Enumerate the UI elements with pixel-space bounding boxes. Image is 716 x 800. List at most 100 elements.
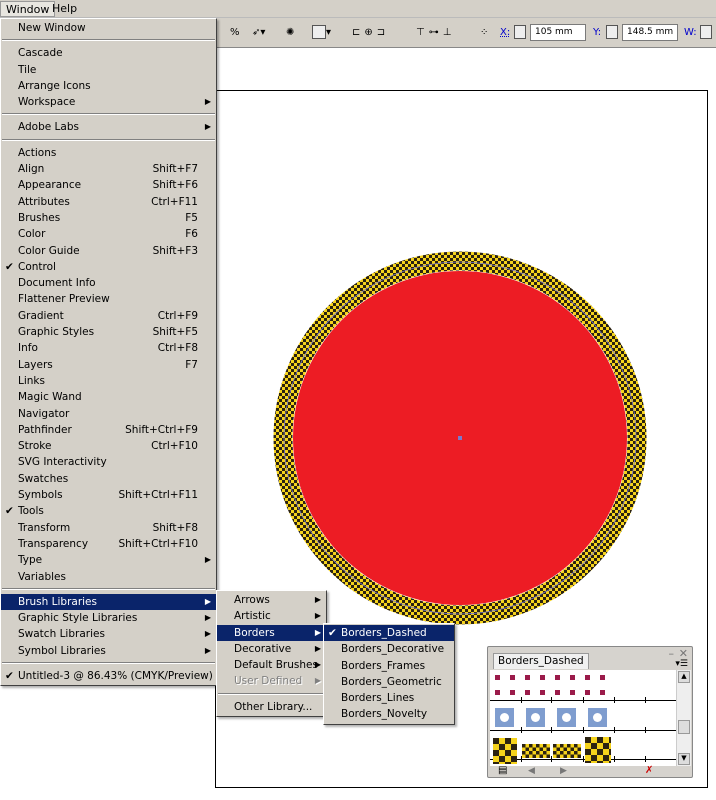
submenu-arrow-icon: ▶ [314,660,321,670]
white-dot [562,713,571,722]
menu-item-symbol-libraries[interactable]: Symbol Libraries ▶ [1,643,216,659]
next-library-icon[interactable]: ▶ [560,766,567,776]
scroll-down-icon[interactable]: ▼ [678,753,690,765]
menu-item-borders-novelty[interactable]: Borders_Novelty [324,706,454,722]
menu-item-control[interactable]: ✔ Control [1,259,216,275]
menu-item-appearance[interactable]: Appearance Shift+F6 [1,177,216,193]
checker-cell [511,738,517,744]
menu-item-swatches[interactable]: Swatches [1,471,216,487]
checker-cell [493,750,499,756]
menu-item-decorative[interactable]: Decorative ▶ [217,641,326,657]
menu-item-brushes[interactable]: Brushes F5 [1,210,216,226]
menu-item-graphic-styles[interactable]: Graphic Styles Shift+F5 [1,324,216,340]
checker-cell [609,761,611,763]
menu-item-stroke[interactable]: Stroke Ctrl+F10 [1,438,216,454]
menu-item-attributes[interactable]: Attributes Ctrl+F11 [1,194,216,210]
checker-cell [546,747,550,751]
menu-item-label: Color Guide [18,244,80,257]
menu-item-artistic[interactable]: Artistic ▶ [217,608,326,624]
panel-tab-label: Borders_Dashed [498,655,584,667]
checkmark-icon: ✔ [328,627,337,639]
menu-item-cascade[interactable]: Cascade [1,45,216,61]
shortcut-label: Shift+F3 [152,244,198,257]
checker-cell [536,751,540,755]
scrollbar[interactable]: ▲ ▼ [676,670,691,766]
shortcut-label: F6 [185,228,198,241]
menu-item-swatch-libraries[interactable]: Swatch Libraries ▶ [1,626,216,642]
menu-item-actions[interactable]: Actions [1,145,216,161]
menu-item-label: Transparency [18,537,89,550]
menu-item-variables[interactable]: Variables [1,569,216,585]
checker-cell [529,751,533,755]
menu-item-type[interactable]: Type ▶ [1,552,216,568]
red-square [570,690,575,695]
menu-item-workspace[interactable]: Workspace ▶ [1,94,216,110]
menu-item-pathfinder[interactable]: Pathfinder Shift+Ctrl+F9 [1,422,216,438]
borders-submenu: ✔ Borders_Dashed Borders_Decorative Borders… [323,623,455,725]
checker-cell [546,751,550,755]
scroll-thumb[interactable] [678,720,690,734]
menu-item-document-info[interactable]: Document Info [1,275,216,291]
menu-item-align[interactable]: Align Shift+F7 [1,161,216,177]
menu-item-new-window[interactable]: New Window [1,20,216,36]
menu-item-graphic-style-libraries[interactable]: Graphic Style Libraries ▶ [1,610,216,626]
menu-item-label: Graphic Style Libraries [18,612,138,625]
menu-item-label: Actions [18,146,57,159]
menu-item-borders-decorative[interactable]: Borders_Decorative [324,641,454,657]
checker-cell [585,737,591,743]
menu-item-brush-libraries[interactable]: Brush Libraries ▶ [1,593,216,611]
menu-item-untitled-3-86-43-cmyk-preview[interactable]: ✔ Untitled-3 @ 86.43% (CMYK/Preview) [1,668,216,684]
menu-item-label: Align [18,163,45,176]
menu-item-label: Type [18,554,43,567]
checker-cell [567,744,571,748]
scroll-up-icon[interactable]: ▲ [678,671,690,683]
menu-item-transform[interactable]: Transform Shift+F8 [1,520,216,536]
minimize-icon[interactable]: – [669,647,675,660]
menu-item-transparency[interactable]: Transparency Shift+Ctrl+F10 [1,536,216,552]
menu-item-default-brushes[interactable]: Default Brushes ▶ [217,657,326,673]
menu-item-borders-frames[interactable]: Borders_Frames [324,658,454,674]
red-square [585,690,590,695]
menu-item-flattener-preview[interactable]: Flattener Preview [1,291,216,307]
red-square [555,690,560,695]
menu-item-info[interactable]: Info Ctrl+F8 [1,340,216,356]
menu-item-tools[interactable]: ✔ Tools [1,503,216,519]
shortcut-label: Shift+F8 [152,521,198,534]
panel-menu-icon[interactable]: ▾☰ [675,659,688,669]
menu-item-borders-dashed[interactable]: ✔ Borders_Dashed [324,625,454,642]
panel-tab[interactable]: Borders_Dashed × [493,653,589,682]
menu-item-color[interactable]: Color F6 [1,226,216,242]
center-point [458,436,462,440]
menu-item-adobe-labs[interactable]: Adobe Labs ▶ [1,119,216,135]
checker-cell [603,755,609,761]
menu-item-label: Brushes [18,211,61,224]
previous-library-icon[interactable]: ◀ [528,766,535,776]
menu-item-other-library[interactable]: Other Library... [217,699,326,715]
menu-item-arrange-icons[interactable]: Arrange Icons [1,78,216,94]
brush-list[interactable] [490,670,676,766]
menu-item-label: Color [18,228,46,241]
checker-cell [577,744,581,748]
menu-item-color-guide[interactable]: Color Guide Shift+F3 [1,243,216,259]
menu-item-magic-wand[interactable]: Magic Wand [1,389,216,405]
menu-item-layers[interactable]: Layers F7 [1,357,216,373]
checker-cell [505,744,511,750]
menu-item-links[interactable]: Links [1,373,216,389]
checker-cell [560,747,564,751]
remove-brush-stroke-icon[interactable]: ✗ [645,765,653,776]
menu-item-symbols[interactable]: Symbols Shift+Ctrl+F11 [1,487,216,503]
library-menu-icon[interactable]: ▤ [498,765,507,776]
checker-cell [574,751,578,755]
menu-item-svg-interactivity[interactable]: SVG Interactivity [1,454,216,470]
red-square [540,675,545,680]
menu-item-tile[interactable]: Tile [1,62,216,78]
menu-item-gradient[interactable]: Gradient Ctrl+F9 [1,308,216,324]
menu-item-navigator[interactable]: Navigator [1,406,216,422]
menu-item-label: Brush Libraries [18,595,97,608]
menu-item-borders-geometric[interactable]: Borders_Geometric [324,674,454,690]
menu-item-borders[interactable]: Borders ▶ [217,624,326,641]
checker-cell [556,754,560,758]
menu-item-borders-lines[interactable]: Borders_Lines [324,690,454,706]
submenu-arrow-icon: ▶ [204,555,211,565]
menu-item-arrows[interactable]: Arrows ▶ [217,592,326,608]
